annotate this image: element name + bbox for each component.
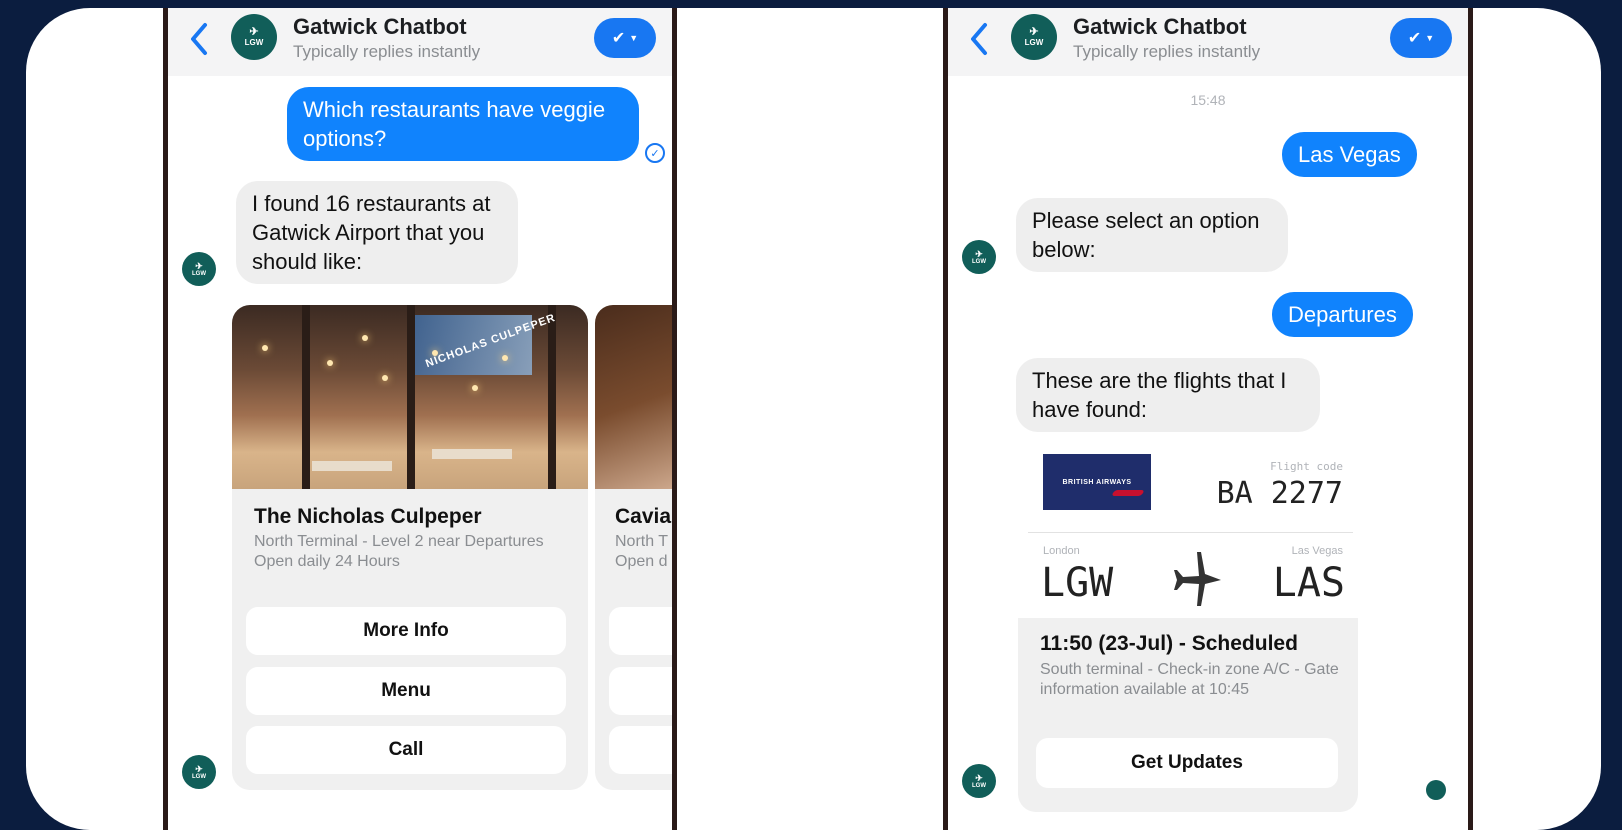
destination-city: Las Vegas — [1291, 545, 1343, 557]
photo-beam — [302, 305, 310, 489]
bot-name: Gatwick Chatbot — [293, 14, 467, 39]
user-message-bubble: Departures — [1272, 292, 1413, 337]
airline-speedmarque-icon — [1111, 490, 1145, 496]
user-message-bubble: Which restaurants have veggie options? — [287, 87, 639, 161]
photo-beam — [407, 305, 415, 489]
left-chat-screen: ✈ LGW Gatwick Chatbot Typically replies … — [163, 8, 677, 830]
screenshot-card: ✈ LGW Gatwick Chatbot Typically replies … — [26, 8, 1601, 830]
photo-lamp — [502, 355, 508, 361]
back-arrow-icon[interactable] — [188, 22, 210, 56]
back-arrow-icon[interactable] — [968, 22, 990, 56]
restaurant-photo — [595, 305, 672, 489]
photo-lamp — [472, 385, 478, 391]
bot-avatar-small: ✈ LGW — [962, 240, 996, 274]
check-icon: ✔ — [611, 30, 626, 47]
bot-avatar-small: ✈ LGW — [182, 755, 216, 789]
flight-code: BA 2277 — [1216, 476, 1343, 511]
divider — [1028, 532, 1353, 533]
get-updates-button[interactable]: Get Updates — [1036, 738, 1338, 788]
check-icon: ✔ — [1407, 30, 1422, 47]
plane-logo-icon: ✈ — [1029, 26, 1039, 38]
restaurant-name: The Nicholas Culpeper — [254, 505, 482, 528]
seen-check-icon: ✓ — [645, 143, 665, 163]
bot-message-bubble: Please select an option below: — [1016, 198, 1288, 272]
message-timestamp: 15:48 — [1190, 92, 1226, 108]
restaurant-hours: Open d — [615, 553, 668, 570]
bot-avatar[interactable]: ✈ LGW — [1011, 14, 1057, 60]
airline-logo: BRITISH AIRWAYS — [1043, 454, 1151, 510]
flight-time-status: 11:50 (23-Jul) - Scheduled — [1040, 632, 1298, 655]
bot-avatar-small: ✈ LGW — [182, 252, 216, 286]
photo-lamp — [262, 345, 268, 351]
call-button[interactable]: Call — [246, 726, 566, 774]
chevron-down-icon: ▼ — [1425, 33, 1435, 43]
menu-button[interactable]: Menu — [246, 667, 566, 715]
bot-avatar[interactable]: ✈ LGW — [231, 14, 277, 60]
bot-message-bubble: These are the flights that I have found: — [1016, 358, 1320, 432]
read-receipt-avatar — [1426, 780, 1446, 800]
chevron-down-icon: ▼ — [629, 33, 639, 43]
plane-logo-icon: ✈ — [975, 248, 983, 259]
done-dropdown-button[interactable]: ✔ ▼ — [1390, 18, 1452, 58]
airplane-icon — [1167, 550, 1223, 610]
peek-button[interactable] — [609, 726, 672, 774]
photo-lamp — [362, 335, 368, 341]
destination-code: LAS — [1272, 560, 1345, 606]
restaurant-details: North T Open d — [615, 532, 672, 572]
bot-message-bubble: I found 16 restaurants at Gatwick Airpor… — [236, 181, 518, 284]
flight-code-label: Flight code — [1270, 460, 1343, 473]
bot-name: Gatwick Chatbot — [1073, 14, 1247, 39]
origin-city: London — [1043, 545, 1080, 557]
user-message-bubble: Las Vegas — [1282, 132, 1417, 177]
bot-status: Typically replies instantly — [293, 42, 481, 61]
photo-beam — [548, 305, 556, 489]
plane-logo-icon: ✈ — [195, 260, 203, 271]
origin-code: LGW — [1041, 560, 1114, 606]
bot-status: Typically replies instantly — [1073, 42, 1261, 61]
plane-logo-icon: ✈ — [249, 26, 259, 38]
chat-header: ✈ LGW Gatwick Chatbot Typically replies … — [948, 8, 1468, 76]
flight-details: South terminal - Check-in zone A/C - Gat… — [1040, 661, 1339, 698]
more-info-button[interactable]: More Info — [246, 607, 566, 655]
photo-lamp — [327, 360, 333, 366]
done-dropdown-button[interactable]: ✔ ▼ — [594, 18, 656, 58]
restaurant-location: North Terminal - Level 2 near Departures — [254, 533, 544, 550]
restaurant-name: Cavia — [615, 505, 672, 528]
restaurant-photo: NICHOLAS CULPEPER — [232, 305, 588, 489]
restaurant-card-peek[interactable]: Cavia North T Open d — [595, 305, 672, 790]
peek-button[interactable] — [609, 607, 672, 655]
right-chat-screen: ✈ LGW Gatwick Chatbot Typically replies … — [943, 8, 1473, 830]
photo-table — [432, 449, 512, 459]
restaurant-location: North T — [615, 533, 669, 550]
bot-avatar-small: ✈ LGW — [962, 764, 996, 798]
restaurant-hours: Open daily 24 Hours — [254, 553, 400, 570]
restaurant-details: North Terminal - Level 2 near Departures… — [254, 532, 554, 572]
restaurant-card[interactable]: NICHOLAS CULPEPER The Nicholas Culpeper … — [232, 305, 588, 790]
flight-card-header[interactable]: BRITISH AIRWAYS Flight code BA 2277 Lond… — [1023, 448, 1353, 613]
plane-logo-icon: ✈ — [975, 772, 983, 783]
photo-lamp — [382, 375, 388, 381]
photo-table — [312, 461, 392, 471]
flight-card-body[interactable]: 11:50 (23-Jul) - Scheduled South termina… — [1018, 618, 1358, 812]
plane-logo-icon: ✈ — [195, 763, 203, 774]
chat-header: ✈ LGW Gatwick Chatbot Typically replies … — [168, 8, 672, 76]
peek-button[interactable] — [609, 667, 672, 715]
